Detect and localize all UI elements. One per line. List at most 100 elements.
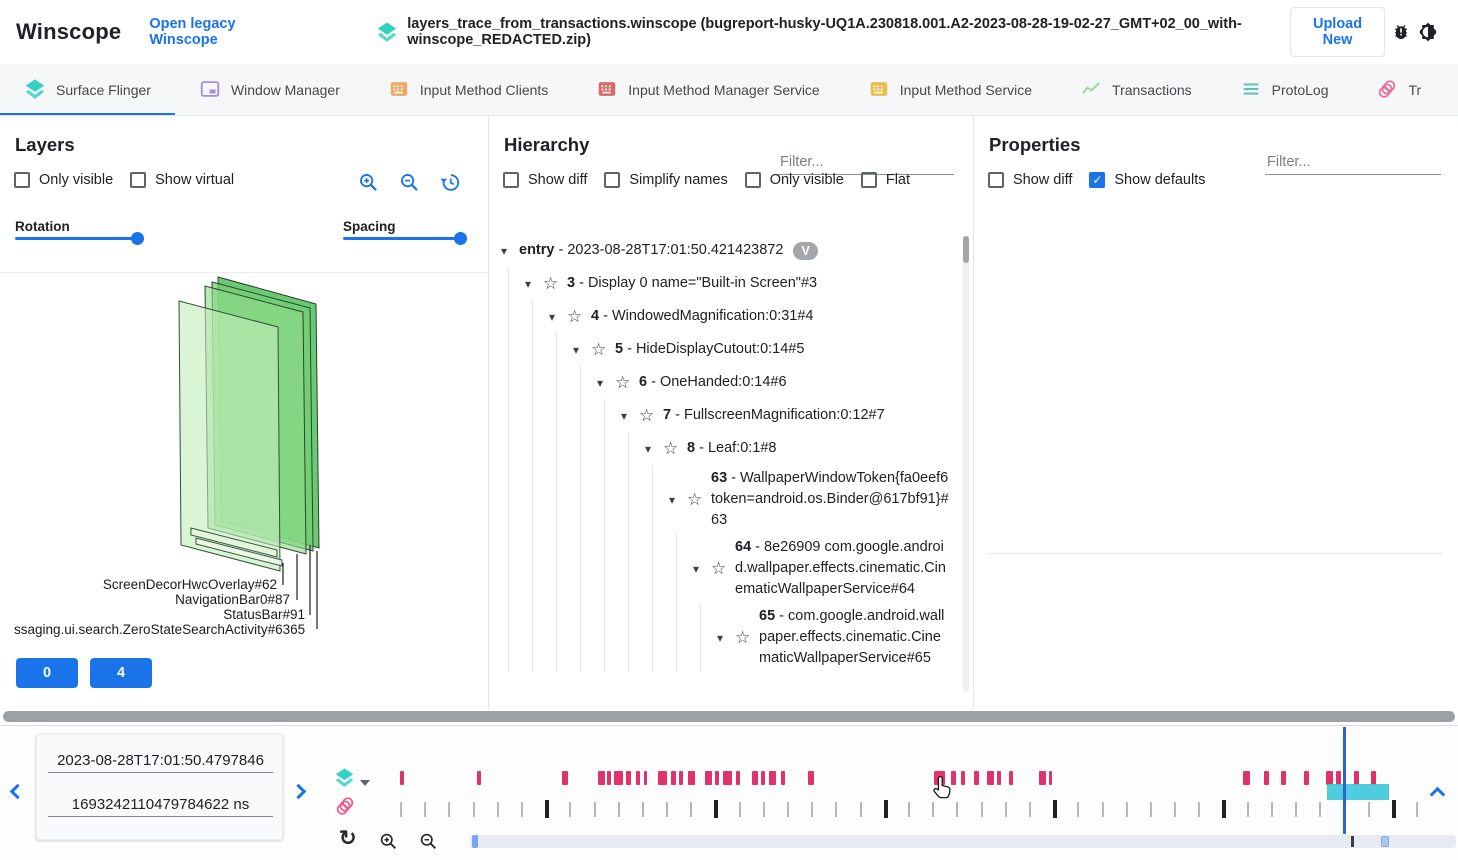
checkbox-show-virtual[interactable]: Show virtual [130, 172, 234, 188]
open-legacy-link[interactable]: Open legacy Winscope [149, 16, 287, 48]
range-slider-thumb[interactable] [1381, 836, 1389, 847]
checkbox-flat[interactable]: Flat [861, 172, 910, 188]
tree-node-65[interactable]: ▾☆65 - com.google.android.wallpaper.effe… [501, 603, 949, 672]
checkbox-box[interactable] [130, 172, 146, 188]
checkbox-box[interactable] [503, 172, 519, 188]
checkbox-show-diff[interactable]: Show diff [503, 172, 587, 188]
expand-collapse-icon[interactable]: ▾ [573, 343, 591, 357]
active-trace-selector[interactable] [334, 767, 370, 793]
tree-node-6[interactable]: ▾☆6 - OneHanded:0:14#6 [501, 366, 949, 399]
expand-collapse-icon[interactable]: ▾ [525, 277, 543, 291]
rotation-slider-thumb[interactable] [131, 232, 144, 245]
layers-zoom-out-icon[interactable] [397, 170, 421, 194]
checkbox-box[interactable]: ✓ [1089, 172, 1105, 188]
checkbox-only-visible[interactable]: Only visible [745, 172, 844, 188]
indent-guide [580, 366, 581, 399]
timestamp-human-input[interactable] [48, 749, 273, 773]
pin-star-icon[interactable]: ☆ [687, 490, 711, 510]
timeline-zoom-in-icon[interactable] [378, 831, 398, 856]
checkbox-box[interactable] [745, 172, 761, 188]
loaded-file-name: layers_trace_from_transactions.winscope … [407, 16, 1290, 48]
spacing-slider-thumb[interactable] [454, 232, 467, 245]
expand-collapse-icon[interactable]: ▾ [645, 442, 663, 456]
indent-guide [652, 465, 653, 534]
tab-surface-flinger[interactable]: Surface Flinger [0, 64, 175, 116]
checkbox-box[interactable] [14, 172, 30, 188]
tab-window-manager[interactable]: Window Manager [175, 64, 364, 116]
tab-transactions[interactable]: Transactions [1056, 64, 1216, 116]
tab-label: Transactions [1112, 82, 1192, 98]
timeline-range-slider[interactable] [470, 835, 1456, 848]
hierarchy-scrollbar-track[interactable] [963, 236, 969, 692]
transaction-tick [714, 800, 718, 818]
tree-node-63[interactable]: ▾☆63 - WallpaperWindowToken{fa0eef6 toke… [501, 465, 949, 534]
tree-node-4[interactable]: ▾☆4 - WindowedMagnification:0:31#4 [501, 300, 949, 333]
pin-star-icon[interactable]: ☆ [567, 307, 591, 327]
spacing-slider[interactable] [343, 237, 460, 240]
timeline-zoom-out-icon[interactable] [418, 831, 438, 856]
properties-filter-input[interactable] [1265, 150, 1441, 175]
rotation-slider[interactable] [15, 237, 137, 240]
pin-star-icon[interactable]: ☆ [639, 406, 663, 426]
layers-3d-canvas[interactable]: ScreenDecorHwcOverlay#62 NavigationBar0#… [0, 272, 487, 640]
indent-guide [532, 603, 533, 672]
indent-guide [556, 432, 557, 465]
tree-node-7[interactable]: ▾☆7 - FullscreenMagnification:0:12#7 [501, 399, 949, 432]
timeline-cursor[interactable] [1343, 727, 1346, 834]
tree-node-5[interactable]: ▾☆5 - HideDisplayCutout:0:14#5 [501, 333, 949, 366]
pin-star-icon[interactable]: ☆ [663, 439, 687, 459]
trace-entry-mark [934, 771, 945, 785]
tab-tr[interactable]: Tr [1352, 64, 1445, 116]
dark-mode-toggle-icon[interactable] [1417, 18, 1440, 46]
expand-collapse-icon[interactable]: ▾ [597, 376, 615, 390]
checkbox-only-visible[interactable]: Only visible [14, 172, 113, 188]
collapse-timeline-button[interactable] [1430, 787, 1446, 803]
bug-report-icon[interactable] [1389, 18, 1412, 46]
horizontal-scrollbar[interactable] [3, 711, 1455, 722]
display-group-button-4[interactable]: 4 [90, 658, 152, 688]
layers-zoom-in-icon[interactable] [356, 170, 380, 194]
tree-node-8[interactable]: ▾☆8 - Leaf:0:1#8 [501, 432, 949, 465]
checkbox-simplify-names[interactable]: Simplify names [604, 172, 727, 188]
expand-collapse-icon[interactable]: ▾ [621, 409, 639, 423]
upload-new-button[interactable]: Upload New [1290, 7, 1385, 57]
tab-input-method-clients[interactable]: Input Method Clients [364, 64, 572, 116]
checkbox-box[interactable] [861, 172, 877, 188]
pin-star-icon[interactable]: ☆ [615, 373, 639, 393]
surface-flinger-marks-track[interactable] [400, 771, 1420, 786]
timestamp-ns-input[interactable] [48, 793, 273, 817]
pin-star-icon[interactable]: ☆ [543, 274, 567, 294]
timeline-selection-band[interactable] [1327, 784, 1389, 800]
transitions-trace-icon[interactable] [334, 795, 356, 822]
tab-input-method-manager-service[interactable]: Input Method Manager Service [572, 64, 843, 116]
indent-guide [580, 534, 581, 603]
tree-node-64[interactable]: ▾☆64 - 8e26909 com.google.android.wallpa… [501, 534, 949, 603]
tree-node-entry[interactable]: ▾entry - 2023-08-28T17:01:50.421423872V [501, 234, 949, 267]
reset-view-history-icon[interactable] [438, 170, 462, 194]
expand-collapse-icon[interactable]: ▾ [669, 493, 687, 507]
expand-collapse-icon[interactable]: ▾ [693, 562, 711, 576]
pin-star-icon[interactable]: ☆ [591, 340, 615, 360]
tab-protolog[interactable]: ProtoLog [1216, 64, 1353, 116]
pin-star-icon[interactable]: ☆ [735, 628, 759, 648]
tab-input-method-service[interactable]: Input Method Service [844, 64, 1056, 116]
checkbox-show-diff[interactable]: Show diff [988, 172, 1072, 188]
pin-star-icon[interactable]: ☆ [711, 559, 735, 579]
indent-guide [508, 534, 509, 603]
next-entry-button[interactable] [291, 784, 307, 800]
checkbox-box[interactable] [988, 172, 1004, 188]
transactions-ticks-track[interactable] [400, 799, 1420, 821]
timeline-refresh-icon[interactable]: ↻ [339, 829, 357, 850]
expand-collapse-icon[interactable]: ▾ [717, 631, 735, 645]
checkbox-show-defaults[interactable]: ✓Show defaults [1089, 172, 1205, 188]
expand-collapse-icon[interactable]: ▾ [549, 310, 567, 324]
range-slider-handle[interactable] [472, 835, 478, 848]
indent-guide [532, 432, 533, 465]
previous-entry-button[interactable] [10, 784, 26, 800]
display-group-button-0[interactable]: 0 [16, 658, 78, 688]
trace-tab-bar: Surface FlingerWindow ManagerInput Metho… [0, 64, 1458, 116]
tree-node-3[interactable]: ▾☆3 - Display 0 name="Built-in Screen"#3 [501, 267, 949, 300]
hierarchy-scrollbar-thumb[interactable] [963, 236, 969, 263]
checkbox-box[interactable] [604, 172, 620, 188]
expand-collapse-icon[interactable]: ▾ [501, 244, 519, 258]
